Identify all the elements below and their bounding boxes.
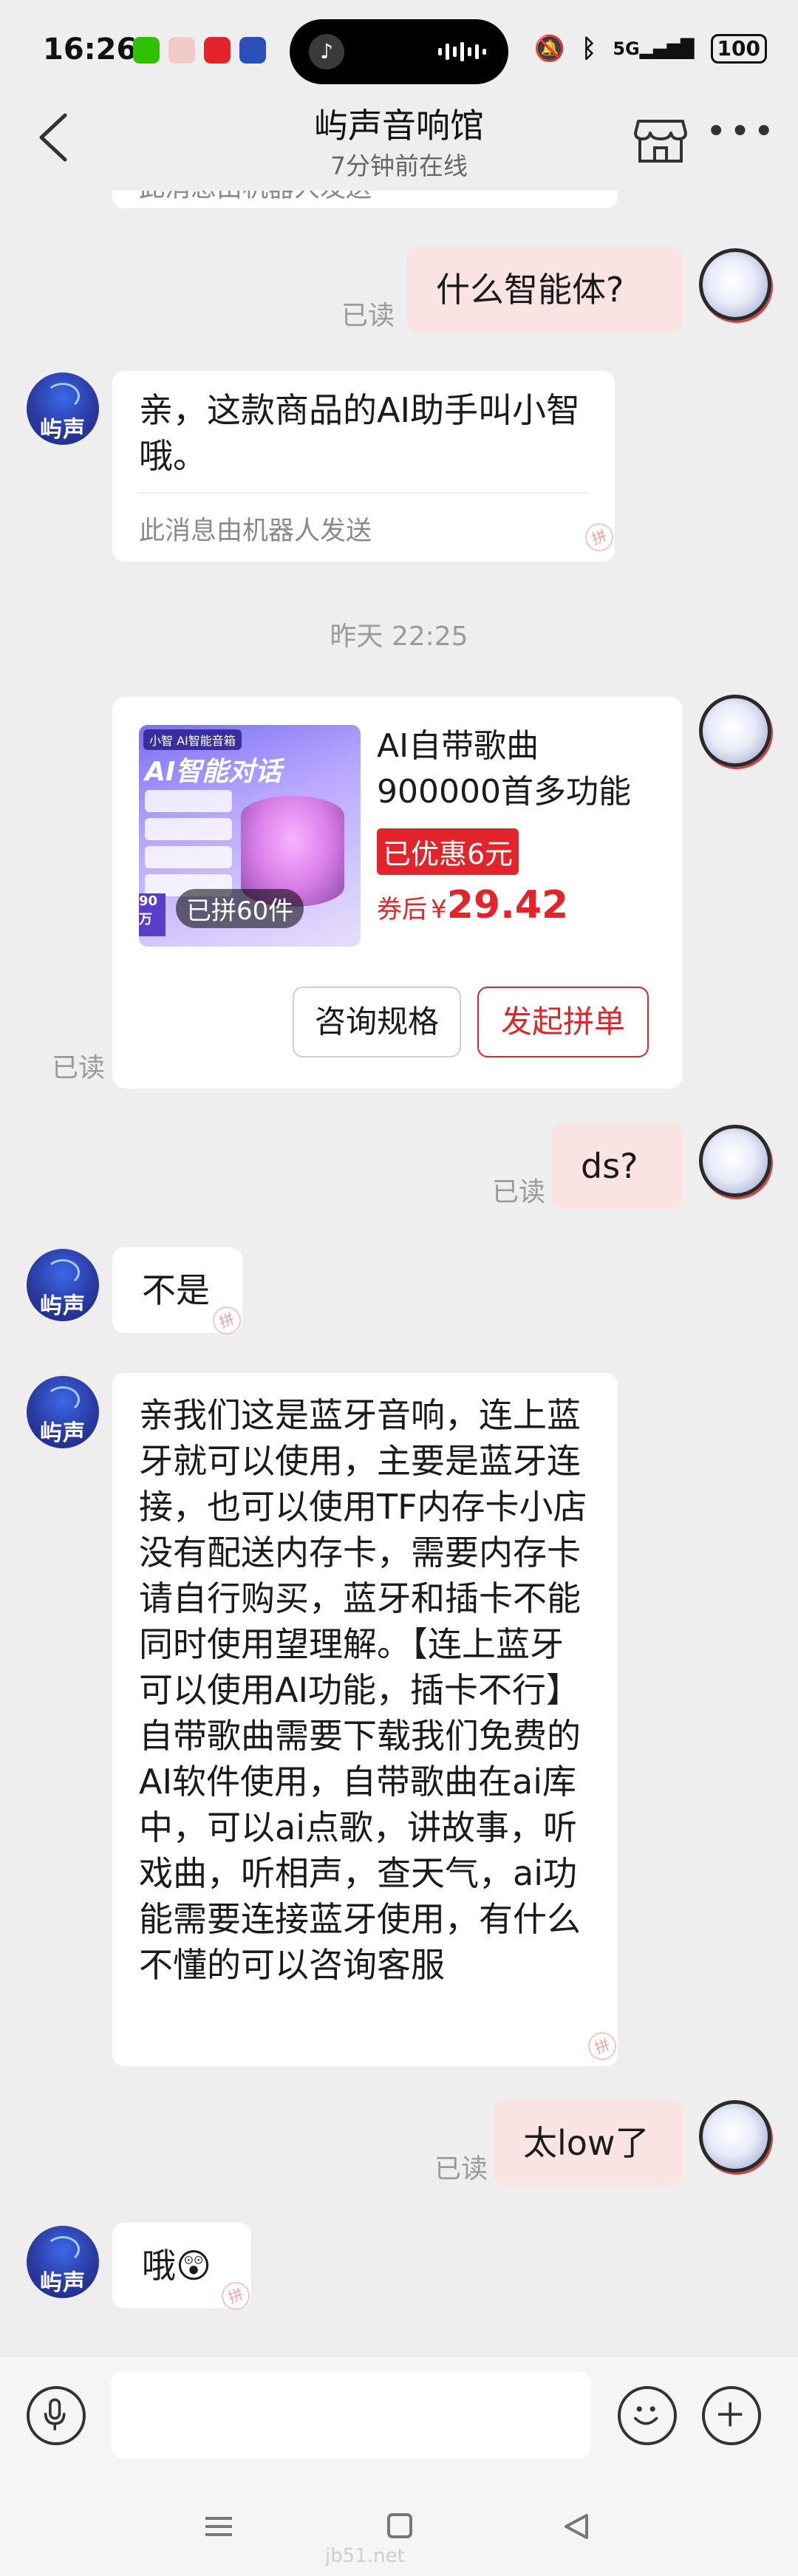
plus-icon[interactable] <box>702 2386 761 2445</box>
music-note-icon: ♪ <box>309 34 344 69</box>
read-receipt: 已读 <box>492 1177 546 1207</box>
shop-avatar-label: 屿声 <box>40 1420 86 1446</box>
logo-swirl-icon <box>46 1259 80 1286</box>
watermark: jb51.net <box>325 2545 405 2567</box>
audio-wave-icon <box>438 41 486 62</box>
my-message-bubble[interactable]: ds? <box>551 1123 683 1209</box>
product-title[interactable]: AI自带歌曲900000首多功能 <box>377 723 658 815</box>
my-avatar[interactable] <box>699 695 771 767</box>
emoji-icon[interactable] <box>618 2386 677 2445</box>
message-text: ds? <box>581 1146 638 1186</box>
pin-stamp-icon: 拼 <box>217 2277 254 2314</box>
previous-message-bubble: 此消息由机器人发送 <box>112 191 618 208</box>
message-text: 亲我们这是蓝牙音响，连上蓝牙就可以使用，主要是蓝牙连接，也可以使用TF内存卡小店… <box>139 1395 587 1985</box>
currency-symbol: ¥ <box>431 895 447 924</box>
message-timestamp: 昨天 22:25 <box>330 621 468 652</box>
shop-avatar[interactable]: 屿声 <box>27 1249 99 1321</box>
message-text: 哦😲 <box>142 2246 211 2286</box>
price-value: 29.42 <box>446 883 569 927</box>
feature-chip <box>145 790 232 812</box>
read-receipt: 已读 <box>341 301 395 331</box>
mute-icon: 🔕 <box>533 34 565 64</box>
shop-message-bubble[interactable]: 亲，这款商品的AI助手叫小智哦。 此消息由机器人发送 拼 <box>112 371 618 562</box>
shop-avatar-label: 屿声 <box>40 2270 86 2296</box>
nav-back-icon[interactable] <box>554 2508 598 2545</box>
message-text: 亲，这款商品的AI助手叫小智哦。 <box>139 390 581 476</box>
shop-message-bubble[interactable]: 亲我们这是蓝牙音响，连上蓝牙就可以使用，主要是蓝牙连接，也可以使用TF内存卡小店… <box>112 1373 621 2066</box>
nav-menu-icon[interactable] <box>197 2508 241 2545</box>
chat-list[interactable]: 此消息由机器人发送 已读 什么智能体? 屿声 亲，这款商品的AI助手叫小智哦。 … <box>0 191 798 2356</box>
logo-swirl-icon <box>46 1386 80 1413</box>
chat-header: 屿声音响馆 7分钟前在线 ••• <box>0 95 798 191</box>
pin-stamp-icon: 拼 <box>581 519 618 556</box>
my-avatar[interactable] <box>699 2100 771 2173</box>
my-message-bubble[interactable]: 什么智能体? <box>406 247 683 333</box>
pinduoduo-icon <box>204 37 231 64</box>
image-badge-text: 90万 <box>139 893 158 927</box>
read-receipt: 已读 <box>434 2154 488 2184</box>
shop-avatar-label: 屿声 <box>40 1293 86 1319</box>
feature-chip <box>145 818 232 840</box>
my-message-bubble[interactable]: 太low了 <box>494 2100 683 2186</box>
read-receipt: 已读 <box>52 1053 106 1083</box>
battery-icon: 100 <box>710 34 767 64</box>
microphone-icon[interactable] <box>27 2386 86 2445</box>
bot-note: 此消息由机器人发送 <box>139 517 372 546</box>
network-type: 5G <box>613 38 640 59</box>
price-prefix: 券后 <box>377 895 427 924</box>
more-icon[interactable]: ••• <box>706 114 774 161</box>
image-badge: 90万 <box>139 893 166 936</box>
shop-avatar[interactable]: 屿声 <box>27 2226 99 2298</box>
discount-badge: 已优惠6元 <box>377 828 519 875</box>
logo-swirl-icon <box>46 2236 80 2263</box>
shop-message-bubble[interactable]: 哦😲 拼 <box>112 2223 254 2314</box>
message-input-bar <box>0 2356 798 2474</box>
shop-icon[interactable] <box>632 111 689 167</box>
notification-icons <box>133 37 266 64</box>
message-text: 不是 <box>142 1270 210 1310</box>
message-text: 太low了 <box>523 2123 649 2163</box>
sold-count: 已拼60件 <box>176 889 304 928</box>
my-avatar[interactable] <box>699 248 771 321</box>
logo-swirl-icon <box>46 383 80 409</box>
shop-avatar-label: 屿声 <box>40 417 86 443</box>
bubble-divider <box>139 492 588 494</box>
my-avatar[interactable] <box>699 1125 771 1197</box>
pin-stamp-icon: 拼 <box>208 1302 245 1339</box>
product-image[interactable]: 小智 AI智能音箱 AI智能对话 90万 已拼60件 <box>139 725 361 947</box>
image-headline: AI智能对话 <box>145 757 282 787</box>
bluetooth-icon: ᛒ <box>581 34 597 64</box>
shop-message-bubble[interactable]: 不是 拼 <box>112 1247 245 1339</box>
price: 券后 ¥29.42 <box>377 883 568 927</box>
status-bar: 16:26 ♪ 🔕 ᛒ 5G▂▄▆█ 100 <box>0 0 798 95</box>
product-card[interactable]: 小智 AI智能音箱 AI智能对话 90万 已拼60件 AI自带歌曲900000首… <box>112 697 683 1088</box>
dynamic-island[interactable]: ♪ <box>290 19 508 84</box>
app-blue-icon <box>239 37 266 64</box>
nav-home-icon[interactable] <box>377 2508 421 2545</box>
image-tag: 小智 AI智能音箱 <box>143 729 242 750</box>
pin-stamp-icon: 拼 <box>584 2028 621 2065</box>
status-right: 🔕 ᛒ 5G▂▄▆█ 100 <box>534 34 767 64</box>
shop-avatar[interactable]: 屿声 <box>27 1376 99 1448</box>
app-avatar-icon <box>168 37 195 64</box>
message-input[interactable] <box>111 2371 591 2459</box>
feature-chip <box>145 846 232 868</box>
bot-note: 此消息由机器人发送 <box>139 191 372 211</box>
wechat-icon <box>133 37 160 64</box>
signal-icon: 5G▂▄▆█ <box>613 38 695 59</box>
message-text: 什么智能体? <box>436 270 624 310</box>
shop-avatar[interactable]: 屿声 <box>27 372 99 445</box>
start-group-buy-button[interactable]: 发起拼单 <box>477 987 649 1057</box>
system-nav-bar: jb51.net <box>0 2474 798 2576</box>
consult-spec-button[interactable]: 咨询规格 <box>293 987 461 1057</box>
status-time: 16:26 <box>43 33 137 67</box>
